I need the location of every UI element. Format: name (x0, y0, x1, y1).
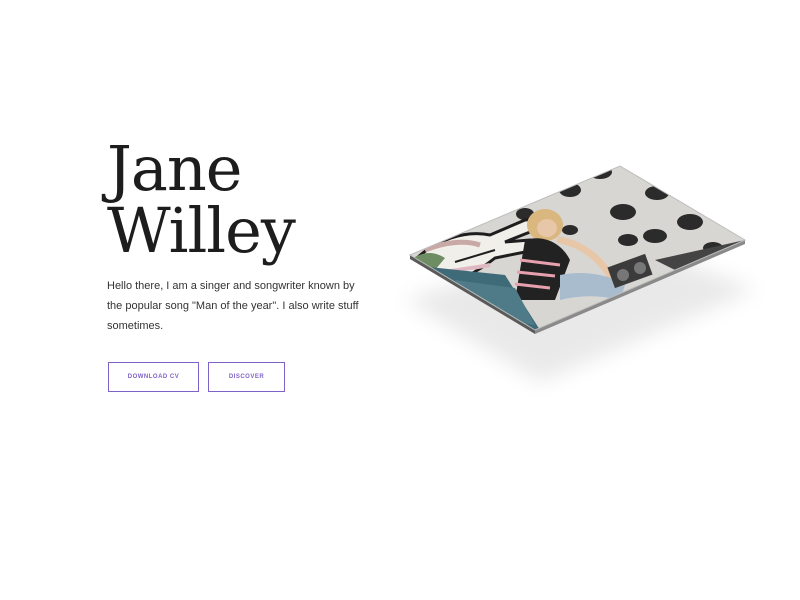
first-name: Jane (107, 132, 242, 205)
isometric-photo (405, 165, 755, 382)
hero-bio: Hello there, I am a singer and songwrite… (107, 280, 359, 332)
discover-button[interactable]: DISCOVER (208, 362, 285, 392)
last-name: Willey (107, 194, 296, 267)
hero-name: Jane Willey (107, 138, 377, 262)
download-cv-button[interactable]: DOWNLOAD CV (108, 362, 199, 392)
page: Jane Willey Hello there, I am a singer a… (0, 0, 800, 600)
hero-photo (395, 150, 765, 400)
hero-text: Jane Willey Hello there, I am a singer a… (107, 138, 377, 336)
hero-buttons: DOWNLOAD CV DISCOVER (108, 362, 285, 392)
